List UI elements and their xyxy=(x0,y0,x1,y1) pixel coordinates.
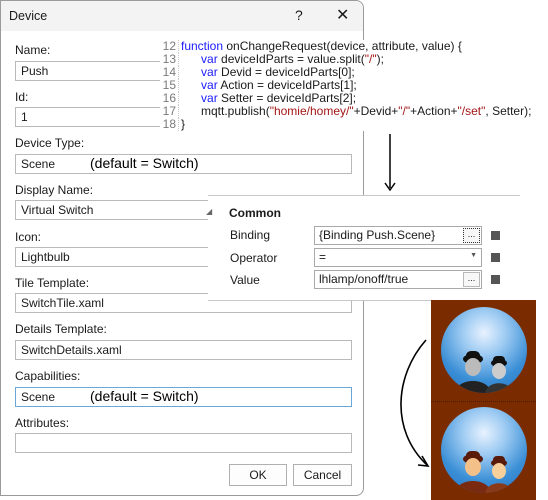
code-text: } xyxy=(181,117,186,131)
code-text: onChangeRequest(device, attribute, value… xyxy=(223,39,462,53)
line-number: 18 xyxy=(160,118,179,131)
display-name-label: Display Name: xyxy=(15,183,94,197)
close-button[interactable]: ✕ xyxy=(336,5,349,25)
operator-select[interactable]: = ▼ xyxy=(314,248,482,267)
binding-value: {Binding Push.Scene} xyxy=(319,228,436,242)
help-button[interactable]: ? xyxy=(295,7,303,23)
dialog-title: Device xyxy=(9,9,48,23)
device-type-label: Device Type: xyxy=(15,136,85,150)
binding-field[interactable]: {Binding Push.Scene} ... xyxy=(314,226,482,245)
code-string: "/" xyxy=(398,104,411,118)
operator-value: = xyxy=(319,250,327,264)
code-keyword: var xyxy=(201,52,218,66)
code-snippet: 12 function onChangeRequest(device, attri… xyxy=(160,39,531,131)
code-line: 17 mqtt.publish("homie/homey/"+Devid+"/"… xyxy=(160,104,531,118)
code-text: ); xyxy=(376,52,384,66)
down-arrow-icon xyxy=(384,134,396,192)
id-field[interactable]: 1 xyxy=(15,107,165,127)
name-field[interactable]: Push xyxy=(15,61,165,81)
section-header: Common xyxy=(229,206,281,220)
binding-label: Binding xyxy=(230,228,271,242)
value-field[interactable]: lhlamp/onoff/true ... xyxy=(314,270,482,289)
capabilities-label: Capabilities: xyxy=(15,369,81,383)
value-value: lhlamp/onoff/true xyxy=(319,272,409,286)
title-bar: Device ? ✕ xyxy=(1,1,363,31)
details-template-field[interactable]: SwitchDetails.xaml xyxy=(15,340,352,360)
icon-label: Icon: xyxy=(15,230,42,244)
code-text: Setter = deviceIdParts[2]; xyxy=(217,91,357,105)
value-label: Value xyxy=(230,273,260,287)
details-template-label: Details Template: xyxy=(15,322,107,336)
tile-template-label: Tile Template: xyxy=(15,276,90,290)
portrait-grayscale-image xyxy=(441,307,527,393)
code-keyword: function xyxy=(181,39,224,53)
id-label: Id: xyxy=(15,90,29,104)
value-browse-button[interactable]: ... xyxy=(463,272,480,287)
panel-divider xyxy=(431,401,536,402)
code-keyword: var xyxy=(201,78,218,92)
attributes-label: Attributes: xyxy=(15,416,70,430)
code-text: +Devid+ xyxy=(353,104,399,118)
cancel-button[interactable]: Cancel xyxy=(293,464,352,486)
operator-marker-icon[interactable] xyxy=(491,253,500,262)
code-keyword: var xyxy=(201,65,218,79)
collapse-triangle-icon[interactable]: ◢ xyxy=(206,207,212,216)
binding-marker-icon[interactable] xyxy=(491,231,500,240)
code-text: deviceIdParts = value.split( xyxy=(217,52,365,66)
code-keyword: var xyxy=(201,91,218,105)
value-marker-icon[interactable] xyxy=(491,275,500,284)
operator-label: Operator xyxy=(230,251,278,265)
chevron-down-icon: ▼ xyxy=(470,252,477,259)
code-string: "/set" xyxy=(457,104,486,118)
code-text: +Action+ xyxy=(410,104,458,118)
code-string: "homie/homey/" xyxy=(269,104,354,118)
code-line: 18} xyxy=(160,118,520,131)
code-text: Devid = deviceIdParts[0]; xyxy=(217,65,355,79)
code-string: "/" xyxy=(364,52,377,66)
portrait-color-image xyxy=(441,407,527,493)
capabilities-note: (default = Switch) xyxy=(90,388,199,404)
curved-arrow-icon xyxy=(400,339,430,467)
device-type-note: (default = Switch) xyxy=(90,155,199,171)
code-text: , Setter); xyxy=(485,104,532,118)
name-label: Name: xyxy=(15,43,51,57)
binding-browse-button[interactable]: ... xyxy=(463,228,480,243)
code-text: Action = deviceIdParts[1]; xyxy=(217,78,357,92)
property-panel: ◢ Common Binding {Binding Push.Scene} ..… xyxy=(206,195,520,301)
attributes-field[interactable] xyxy=(15,433,352,453)
code-text: mqtt.publish( xyxy=(181,104,270,118)
image-panel xyxy=(431,300,536,500)
ok-button[interactable]: OK xyxy=(229,464,287,486)
